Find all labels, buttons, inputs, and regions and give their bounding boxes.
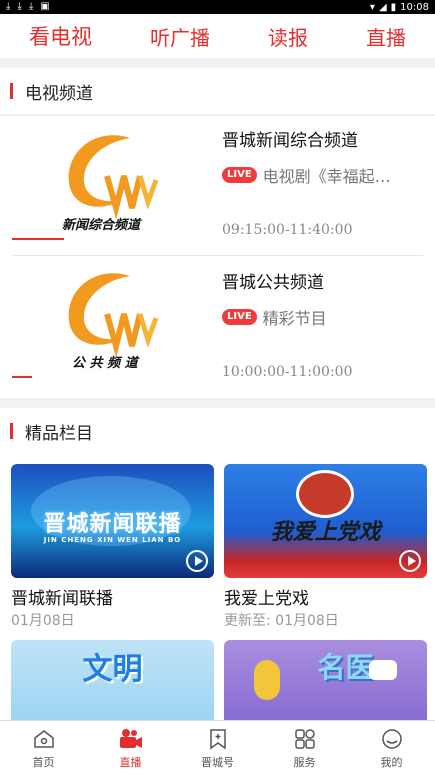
status-notifications: ⤓ ⤓ ⤓ ▣ [6, 1, 50, 13]
battery-icon: ▮ [390, 1, 397, 13]
program-card[interactable]: 晋城新闻联播 JIN CHENG XIN WEN LIAN BO 晋城新闻联播 … [11, 464, 214, 630]
status-time: 10:08 [400, 1, 429, 13]
play-icon[interactable] [399, 550, 421, 572]
section-title: 精品栏目 [25, 423, 93, 444]
nav-home[interactable]: 首页 [9, 726, 79, 770]
bottom-nav: 首页 直播 晋城号 服务 我的 [0, 720, 435, 775]
program-title: 我爱上党戏 [224, 589, 309, 609]
live-badge: LIVE [222, 309, 257, 325]
time-range: 09:15:00-11:40:00 [222, 222, 353, 238]
divider [12, 255, 423, 256]
download-icon: ⤓ [17, 1, 22, 12]
nav-label: 晋城号 [201, 756, 234, 769]
wifi-icon: ▾ [369, 1, 375, 13]
nav-live[interactable]: 直播 [96, 726, 166, 770]
video-camera-icon [118, 726, 144, 752]
home-icon [31, 726, 57, 752]
thumb-title: 晋城新闻联播 [43, 512, 182, 537]
section-title: 电视频道 [25, 83, 93, 104]
channel-logo: 公 共 频 道 [12, 258, 212, 398]
thumb-medkit-shape [369, 660, 397, 680]
now-playing-title: 电视剧《幸福起… [262, 167, 391, 186]
time-range: 10:00:00-11:00:00 [222, 364, 353, 380]
live-badge: LIVE [222, 167, 257, 183]
channel-accent-line [12, 238, 64, 240]
thumb-title: 名医 [317, 651, 374, 684]
tab-newspaper[interactable]: 读报 [268, 22, 308, 51]
channel-logo: 新闻综合频道 [12, 116, 212, 256]
thumb-title: 我爱上党戏 [270, 520, 381, 545]
program-card[interactable]: 我爱上党戏 我爱上党戏 更新至: 01月08日 [224, 464, 427, 630]
bookmark-icon [205, 726, 231, 752]
nav-label: 我的 [380, 756, 403, 769]
profile-icon [379, 726, 405, 752]
play-icon[interactable] [186, 550, 208, 572]
program-thumbnail: 我爱上党戏 [224, 464, 427, 578]
featured-section-header: 精品栏目 [0, 408, 435, 454]
now-playing-title: 精彩节目 [262, 309, 327, 328]
channel-name: 晋城公共频道 [222, 273, 324, 293]
program-thumbnail: 名医 [224, 640, 427, 720]
channel-list: 新闻综合频道 晋城新闻综合频道 LIVE 电视剧《幸福起… 09:15:00-1… [0, 116, 435, 398]
nav-label: 首页 [32, 756, 55, 769]
program-card[interactable]: 文明 [11, 640, 214, 720]
channel-logo-text: 公 共 频 道 [72, 356, 138, 371]
nav-services[interactable]: 服务 [270, 726, 340, 770]
android-icon: ▣ [40, 1, 50, 12]
thumb-opera-mask [296, 470, 354, 518]
nav-jincheng-account[interactable]: 晋城号 [183, 726, 253, 770]
nav-label: 直播 [119, 756, 142, 769]
now-playing: LIVE 精彩节目 [222, 305, 422, 329]
featured-grid: 晋城新闻联播 JIN CHENG XIN WEN LIAN BO 晋城新闻联播 … [0, 454, 435, 720]
now-playing: LIVE 电视剧《幸福起… [222, 163, 422, 187]
channel-item[interactable]: 新闻综合频道 晋城新闻综合频道 LIVE 电视剧《幸福起… 09:15:00-1… [12, 116, 423, 256]
channel-accent-line [12, 376, 32, 378]
download-icon: ⤓ [28, 1, 34, 12]
section-accent-bar [10, 83, 13, 99]
thumb-subtitle: JIN CHENG XIN WEN LIAN BO [43, 536, 182, 544]
tab-watch-tv[interactable]: 看电视 [29, 21, 92, 51]
thumb-figure-shape [254, 660, 280, 700]
status-bar: ⤓ ⤓ ⤓ ▣ ▾ ◢ ▮ 10:08 [0, 0, 435, 14]
program-date: 01月08日 [11, 613, 75, 629]
channel-item[interactable]: 公 共 频 道 晋城公共频道 LIVE 精彩节目 10:00:00-11:00:… [12, 258, 423, 398]
program-date: 更新至: 01月08日 [224, 613, 339, 629]
channel-logo-text: 新闻综合频道 [62, 218, 141, 233]
nav-profile[interactable]: 我的 [357, 726, 427, 770]
program-thumbnail: 晋城新闻联播 JIN CHENG XIN WEN LIAN BO [11, 464, 214, 578]
program-title: 晋城新闻联播 [11, 589, 113, 609]
signal-icon: ◢ [378, 1, 387, 13]
tab-radio[interactable]: 听广播 [150, 22, 210, 51]
top-tabs: 看电视 听广播 读报 直播 [0, 14, 435, 58]
tv-section-header: 电视频道 [0, 68, 435, 114]
channel-name: 晋城新闻综合频道 [222, 131, 358, 151]
program-card[interactable]: 名医 [224, 640, 427, 720]
thumb-title: 文明 [82, 652, 143, 687]
nav-label: 服务 [293, 756, 316, 769]
tab-live[interactable]: 直播 [366, 22, 406, 51]
grid-icon [292, 726, 318, 752]
program-thumbnail: 文明 [11, 640, 214, 720]
download-icon: ⤓ [6, 1, 11, 12]
section-accent-bar [10, 423, 13, 439]
